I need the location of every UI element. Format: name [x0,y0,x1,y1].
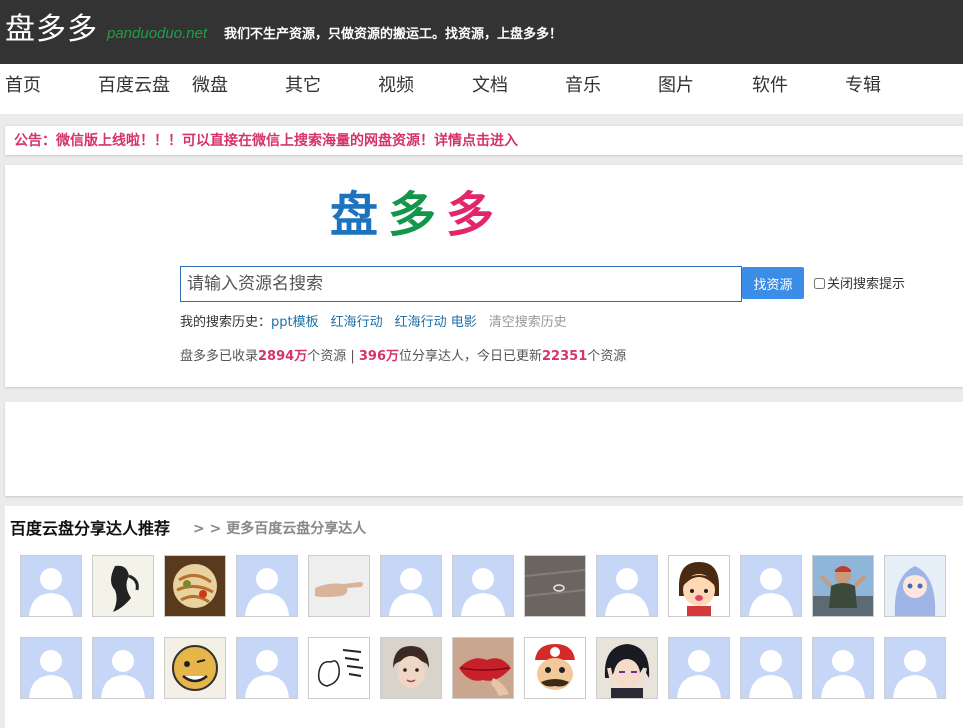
sharer-avatar[interactable] [452,555,514,617]
sharer-avatar[interactable] [524,555,586,617]
logo-char-2: 多 [388,187,447,243]
boy-photo-avatar-icon [381,638,441,698]
history-item[interactable]: ppt模板 [271,315,319,330]
sharer-avatar[interactable] [236,555,298,617]
sharer-avatar[interactable] [20,637,82,699]
sharer-avatar[interactable] [164,637,226,699]
sharer-avatar[interactable] [308,555,370,617]
default-avatar-icon [741,556,801,616]
sharer-avatar[interactable] [308,637,370,699]
stats-mid1: 个资源 | [307,349,359,364]
clear-history-link[interactable]: 清空搜索历史 [489,315,567,330]
stats-mid2: 位分享达人，今日已更新 [399,349,543,364]
anime-boy-avatar-icon [597,638,657,698]
doodle-avatar-icon [309,638,369,698]
sharer-avatar[interactable] [740,555,802,617]
default-avatar-icon [741,638,801,698]
nav-item-other[interactable]: 其它 [285,74,321,98]
nav-item-software[interactable]: 软件 [752,74,788,98]
ad-panel [5,402,963,496]
history-label: 我的搜索历史： [180,315,272,330]
sharer-avatar[interactable] [524,637,586,699]
hand-avatar-icon [309,556,369,616]
sharer-avatar[interactable] [596,555,658,617]
site-domain: panduoduo.net [107,25,208,42]
nav-item-weipan[interactable]: 微盘 [192,74,228,98]
default-avatar-icon [885,638,945,698]
sharer-avatar[interactable] [164,555,226,617]
history-item[interactable]: 红海行动 [331,315,383,330]
stats-prefix: 盘多多已收录 [180,349,259,364]
ink-figure-avatar-icon [93,556,153,616]
top-header: 盘多多 panduoduo.net 我们不生产资源，只做资源的搬运工。找资源，上… [0,0,963,64]
stats-sharers-count: 396万 [358,349,399,364]
big-logo: 盘多多 [330,187,504,243]
nav-item-baidu-pan[interactable]: 百度云盘 [98,74,170,98]
food-avatar-icon [165,556,225,616]
sharer-avatar[interactable] [668,637,730,699]
nav-item-music[interactable]: 音乐 [565,74,601,98]
ring-avatar-icon [525,556,585,616]
default-avatar-icon [93,638,153,698]
notice-bar: 公告：微信版上线啦！！！可以直接在微信上搜索海量的网盘资源！详情点击进入 [5,125,963,155]
sharer-avatar[interactable] [452,637,514,699]
sharers-title: 百度云盘分享达人推荐 [10,519,171,538]
hint-toggle-label: 关闭搜索提示 [827,277,906,292]
lips-avatar-icon [453,638,513,698]
sharer-avatar[interactable] [740,637,802,699]
sharer-avatar[interactable] [596,637,658,699]
site-logo[interactable]: 盘多多 [5,12,98,48]
search-panel: 盘多多 找资源 关闭搜索提示 我的搜索历史：ppt模板红海行动红海行动 电影清空… [5,165,963,387]
search-input[interactable] [180,266,742,302]
default-avatar-icon [669,638,729,698]
default-avatar-icon [813,638,873,698]
site-stats: 盘多多已收录2894万个资源 | 396万位分享达人，今日已更新22351个资源 [180,348,626,366]
stats-suffix: 个资源 [587,349,627,364]
default-avatar-icon [381,556,441,616]
anime-girl-avatar-icon [885,556,945,616]
logo-char-3: 多 [446,187,505,243]
sharer-avatar[interactable] [884,637,946,699]
mario-avatar-icon [525,638,585,698]
nav-item-video[interactable]: 视频 [378,74,414,98]
sharer-avatar[interactable] [20,555,82,617]
default-avatar-icon [21,638,81,698]
sharer-avatar[interactable] [812,637,874,699]
stats-today-count: 22351 [542,349,588,364]
logo-char-1: 盘 [330,187,389,243]
history-item[interactable]: 红海行动 电影 [395,315,477,330]
sharer-avatar[interactable] [236,637,298,699]
default-avatar-icon [237,556,297,616]
default-avatar-icon [21,556,81,616]
stats-resources-count: 2894万 [258,349,308,364]
hint-toggle-checkbox[interactable] [814,278,825,289]
sharer-avatar[interactable] [884,555,946,617]
sharer-avatar[interactable] [92,555,154,617]
sharers-section: 百度云盘分享达人推荐 > > 更多百度云盘分享达人 [5,506,963,728]
nav-item-home[interactable]: 首页 [5,74,41,98]
default-avatar-icon [237,638,297,698]
more-sharers-link[interactable]: > > 更多百度云盘分享达人 [193,520,366,538]
cartoon-girl-avatar-icon [669,556,729,616]
nav-item-images[interactable]: 图片 [658,74,694,98]
sharer-avatar[interactable] [812,555,874,617]
default-avatar-icon [597,556,657,616]
search-button[interactable]: 找资源 [742,267,804,299]
search-history: 我的搜索历史：ppt模板 红海行动 红海行动 电影 清空搜索历史 [180,314,567,332]
notice-link[interactable]: 公告：微信版上线啦！！！可以直接在微信上搜索海量的网盘资源！详情点击进入 [14,132,518,150]
person-avatar-icon [813,556,873,616]
hint-toggle[interactable]: 关闭搜索提示 [814,277,905,293]
site-slogan: 我们不生产资源，只做资源的搬运工。找资源，上盘多多！ [224,27,563,42]
nav-item-albums[interactable]: 专辑 [845,74,881,98]
sharer-avatar[interactable] [92,637,154,699]
sharer-avatar[interactable] [380,637,442,699]
sharer-avatar[interactable] [380,555,442,617]
nav-item-docs[interactable]: 文档 [472,74,508,98]
main-nav: 首页 百度云盘 微盘 其它 视频 文档 音乐 图片 软件 专辑 [0,64,963,114]
smiley-avatar-icon [165,638,225,698]
sharer-avatar[interactable] [668,555,730,617]
default-avatar-icon [453,556,513,616]
